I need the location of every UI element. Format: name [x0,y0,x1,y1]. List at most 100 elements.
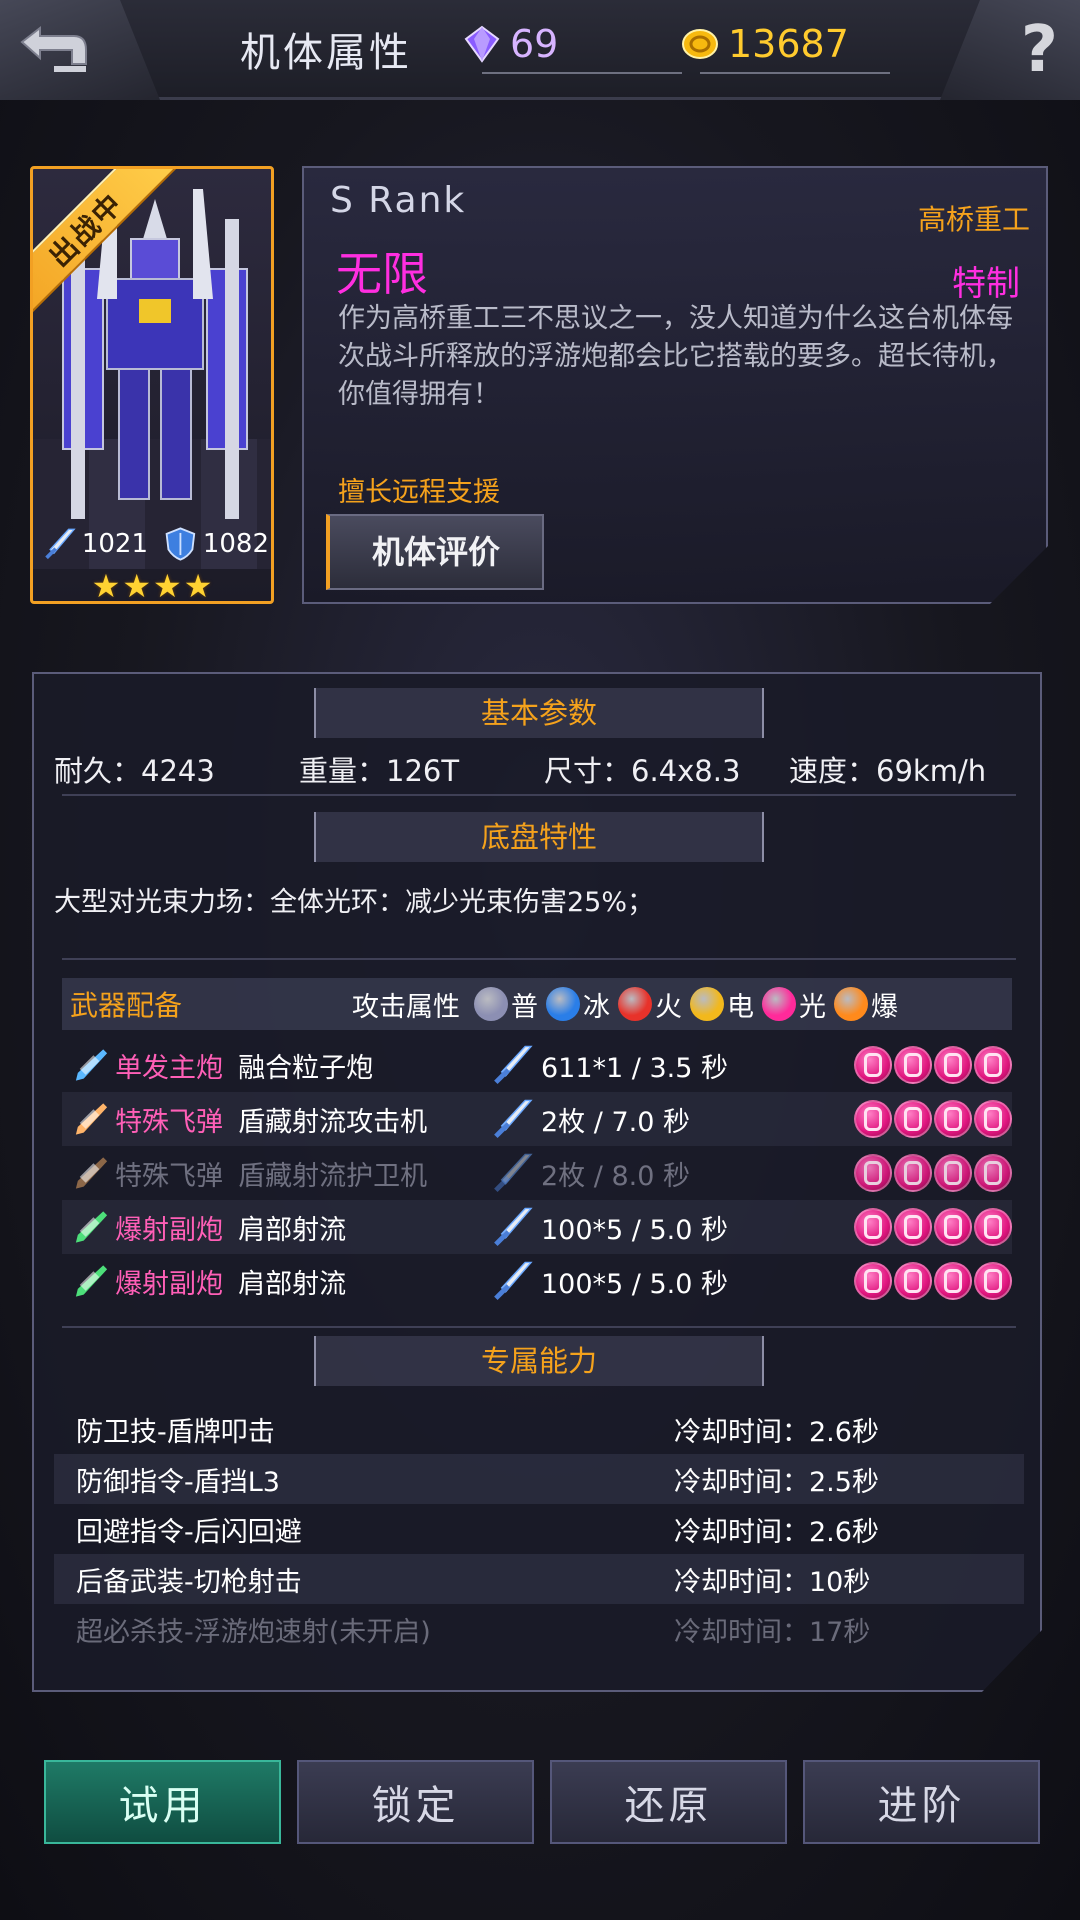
light-orb-icon [853,1154,892,1192]
basic-params: 耐久：4243 重量：126T 尺寸：6.4x8.3 速度：69km/h [54,748,1034,798]
weapon-stat: 2枚 / 7.0 秒 [541,1106,690,1138]
light-element-slots [853,1262,1012,1300]
help-button[interactable]: ? [940,0,1080,100]
light-orb-icon [893,1262,932,1300]
weapons-header: 武器配备 攻击属性 普 冰 火 电 光 爆 [62,978,1012,1030]
light-orb-icon [933,1154,972,1192]
divider [62,1326,1016,1328]
attack-value: 1021 [81,529,148,559]
weight: 重量：126T [299,754,460,788]
weapons-title: 武器配备 [70,989,183,1022]
weapon-row[interactable]: 特殊飞弹 盾藏射流攻击机 2枚 / 7.0 秒 [62,1092,1012,1146]
restore-button[interactable]: 还原 [550,1760,787,1844]
sword-icon [494,1099,533,1139]
speed: 速度：69km/h [789,754,987,788]
main-cannon-icon [75,1049,108,1081]
sword-icon [494,1045,533,1085]
light-element-slots [853,1208,1012,1246]
weapon-category: 特殊飞弹 [115,1106,224,1138]
unit-portrait[interactable]: 出战中 1021 1082 ★ ★ ★ ★ [30,166,274,604]
gem-counter: 69 [462,14,682,74]
weapon-stat: 611*1 / 3.5 秒 [541,1052,728,1084]
light-icon [762,987,796,1021]
weapon-row[interactable]: 特殊飞弹 盾藏射流护卫机 2枚 / 8.0 秒 [62,1146,1012,1200]
durability: 耐久：4243 [54,754,215,788]
star-rating: ★ ★ ★ ★ [33,567,271,604]
weapon-stat: 2枚 / 8.0 秒 [541,1160,690,1192]
missile-icon [75,1157,108,1189]
star-icon: ★ [122,567,151,604]
weapon-name: 盾藏射流攻击机 [238,1106,428,1138]
element-legend: 普冰火电光爆 [474,985,906,1024]
ability-cooldown: 冷却时间：10秒 [674,1566,871,1598]
unit-name: 无限 [336,247,428,301]
light-orb-icon [853,1046,892,1084]
ability-row: 防御指令-盾挡L3 冷却时间：2.5秒 [54,1454,1024,1504]
upgrade-button[interactable]: 进阶 [803,1760,1040,1844]
weapon-row[interactable]: 爆射副炮 肩部射流 100*5 / 5.0 秒 [62,1254,1012,1308]
light-orb-icon [893,1208,932,1246]
gem-count: 69 [510,22,559,66]
ability-name: 后备武装-切枪射击 [76,1566,302,1598]
question-mark-icon: ? [1020,13,1058,87]
ability-list: 防卫技-盾牌叩击 冷却时间：2.6秒 防御指令-盾挡L3 冷却时间：2.5秒 回避指令-… [54,1404,1024,1654]
weapon-list[interactable]: 单发主炮 融合粒子炮 611*1 / 3.5 秒特殊飞弹 盾藏射流攻击机 2枚 / 7.… [62,1038,1012,1318]
weapon-category: 爆射副炮 [115,1214,224,1246]
element-fire: 火 [618,985,682,1024]
element-label: 光 [799,991,826,1023]
fire-icon [618,987,652,1021]
lock-button[interactable]: 锁定 [297,1760,534,1844]
weapon-stat: 100*5 / 5.0 秒 [541,1268,728,1300]
weapon-category: 单发主炮 [115,1052,224,1084]
shield-icon [165,527,196,561]
light-orb-icon [853,1208,892,1246]
ability-name: 防御指令-盾挡L3 [76,1466,280,1498]
chassis-trait: 大型对光束力场：全体光环：减少光束伤害25%； [54,887,655,918]
weapon-name: 融合粒子炮 [238,1052,374,1084]
light-orb-icon [973,1208,1012,1246]
light-orb-icon [853,1262,892,1300]
rank-label: S Rank [330,180,467,221]
top-bar: 机体属性 69 13687 ? [0,0,1080,100]
ability-row: 后备武装-切枪射击 冷却时间：10秒 [54,1554,1024,1604]
back-button[interactable] [0,0,160,100]
gold-count: 13687 [728,22,849,66]
normal-icon [474,987,508,1021]
weapon-name: 盾藏射流护卫机 [238,1160,428,1192]
divider [62,794,1016,796]
element-label: 火 [655,991,682,1023]
abilities-header: 专属能力 [314,1336,764,1386]
light-orb-icon [973,1262,1012,1300]
weapon-row[interactable]: 爆射副炮 肩部射流 100*5 / 5.0 秒 [62,1200,1012,1254]
weapon-row[interactable]: 单发主炮 融合粒子炮 611*1 / 3.5 秒 [62,1038,1012,1092]
light-element-slots [853,1154,1012,1192]
missile-icon [75,1103,108,1135]
ability-row: 超必杀技-浮游炮速射(未开启) 冷却时间：17秒 [54,1604,1024,1654]
light-orb-icon [853,1100,892,1138]
light-orb-icon [933,1100,972,1138]
light-orb-icon [933,1046,972,1084]
trial-button[interactable]: 试用 [44,1760,281,1844]
element-light: 光 [762,985,826,1024]
chassis-header: 底盘特性 [314,812,764,862]
basic-params-header: 基本参数 [314,688,764,738]
element-explosive: 爆 [834,985,898,1024]
light-element-slots [853,1100,1012,1138]
gold-coin-icon [682,29,718,59]
ability-name: 回避指令-后闪回避 [76,1516,302,1548]
ability-cooldown: 冷却时间：2.6秒 [674,1416,879,1448]
light-orb-icon [893,1100,932,1138]
action-bar: 试用 锁定 还原 进阶 [44,1760,1040,1844]
sword-icon [494,1207,533,1247]
evaluation-button[interactable]: 机体评价 [326,514,544,590]
light-orb-icon [893,1046,932,1084]
element-label: 爆 [871,991,898,1023]
back-arrow-icon [20,25,87,72]
weapon-name: 肩部射流 [238,1214,347,1246]
portrait-stats: 1021 1082 [41,519,269,569]
divider [62,958,1016,960]
light-orb-icon [973,1100,1012,1138]
element-label: 普 [511,991,538,1023]
unit-info-panel: S Rank 高桥重工 无限 特制 作为高桥重工三不思议之一，没人知道为什么这台… [302,166,1048,604]
sword-icon [494,1261,533,1301]
